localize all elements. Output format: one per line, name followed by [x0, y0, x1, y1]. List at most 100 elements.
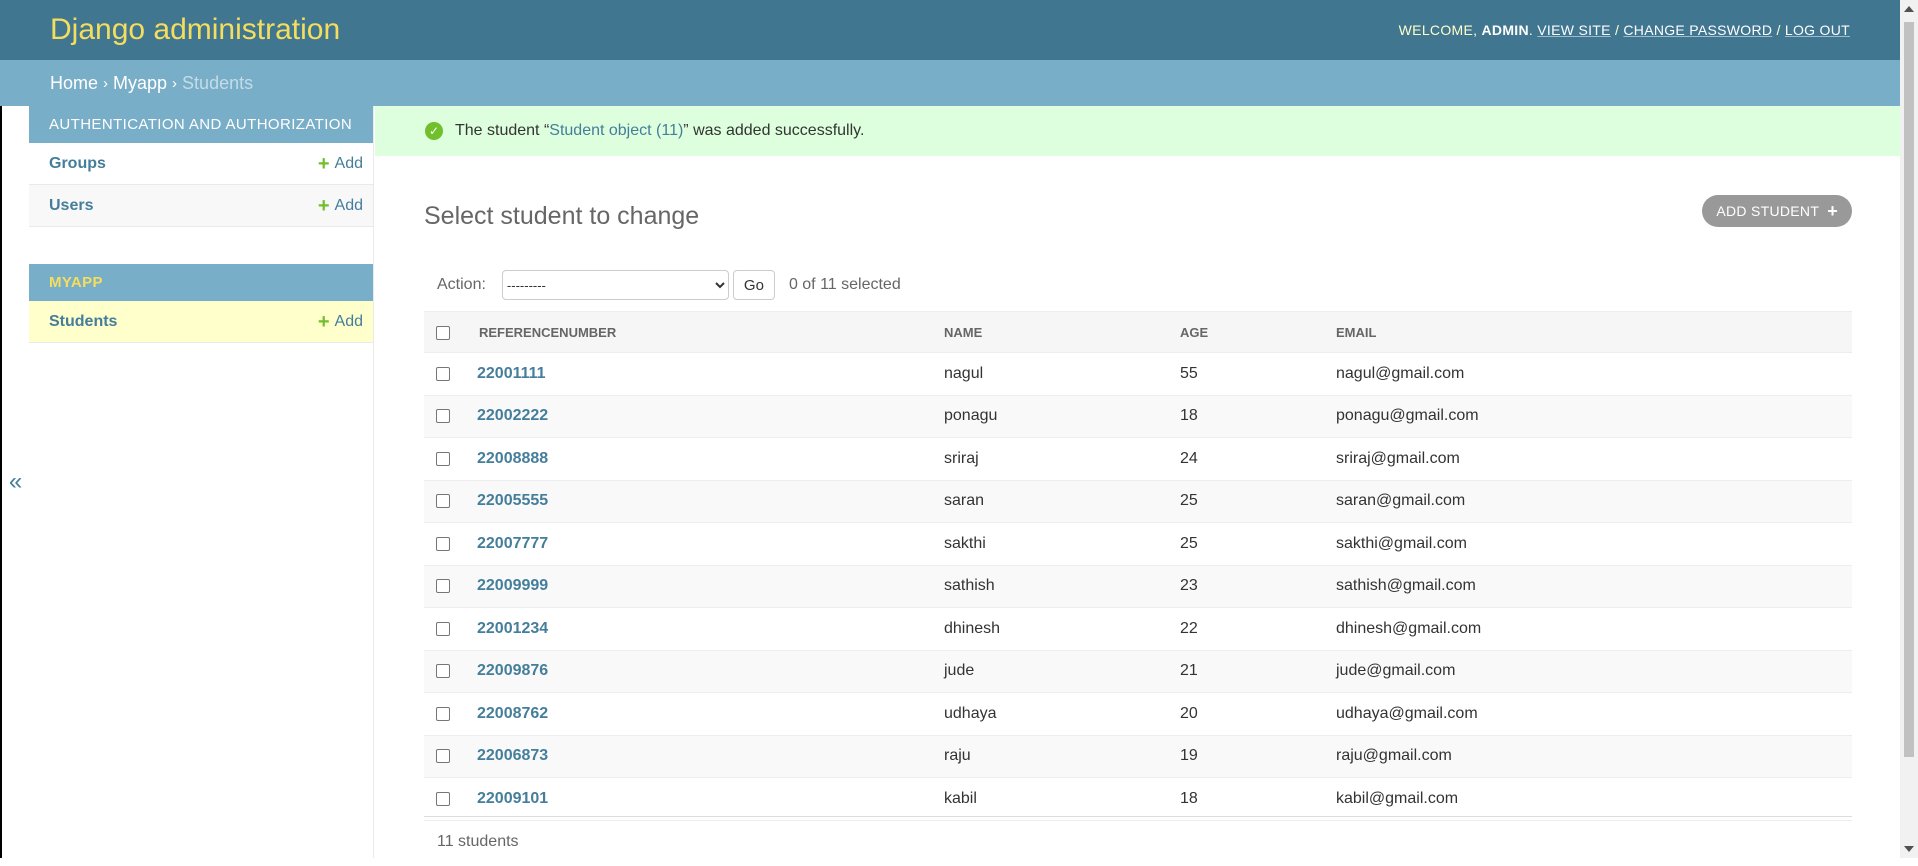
- table-row: 22008762 udhaya 20 udhaya@gmail.com: [424, 692, 1852, 736]
- cell-email: kabil@gmail.com: [1336, 777, 1852, 821]
- sidebar-item-groups-link[interactable]: Groups: [49, 155, 106, 173]
- row-select-cell: [424, 777, 466, 821]
- users-add-link[interactable]: + Add: [318, 196, 363, 216]
- toggle-nav-sidebar-button[interactable]: «: [2, 106, 29, 858]
- breadcrumb-current: Students: [182, 72, 254, 93]
- student-link[interactable]: 22001234: [477, 620, 548, 637]
- sidebar-item-users-link[interactable]: Users: [49, 197, 93, 215]
- cell-age: 25: [1180, 480, 1336, 523]
- go-button[interactable]: Go: [732, 270, 775, 300]
- action-label: Action:: [437, 276, 486, 293]
- cell-referencenumber: 22008762: [466, 692, 944, 736]
- sidebar-item-students-link[interactable]: Students: [49, 313, 117, 331]
- cell-referencenumber: 22001111: [466, 352, 944, 396]
- cell-age: 55: [1180, 352, 1336, 396]
- row-checkbox[interactable]: [436, 791, 450, 806]
- success-message: ✓ The student “Student object (11)” was …: [375, 106, 1900, 156]
- table-row: 22009876 jude 21 jude@gmail.com: [424, 650, 1852, 693]
- cell-name: raju: [944, 735, 1180, 778]
- cell-age: 20: [1180, 692, 1336, 736]
- column-header-email[interactable]: Email: [1336, 311, 1852, 353]
- module-caption-auth[interactable]: Authentication and Authorization: [29, 106, 373, 143]
- message-object-link[interactable]: Student object (11): [549, 122, 683, 140]
- add-label: Add: [334, 312, 363, 330]
- collapse-icon: «: [8, 468, 23, 495]
- student-link[interactable]: 22007777: [477, 535, 548, 552]
- cell-email: jude@gmail.com: [1336, 650, 1852, 693]
- row-select-cell: [424, 395, 466, 438]
- student-link[interactable]: 22009999: [477, 577, 548, 594]
- breadcrumb-home[interactable]: Home: [50, 73, 98, 94]
- row-select-cell: [424, 437, 466, 481]
- column-header-name[interactable]: Name: [944, 311, 1180, 353]
- student-link[interactable]: 22002222: [477, 407, 548, 424]
- welcome-text: Welcome,: [1398, 22, 1478, 38]
- row-select-cell: [424, 735, 466, 778]
- row-checkbox[interactable]: [436, 536, 450, 551]
- row-checkbox[interactable]: [436, 409, 450, 424]
- breadcrumb-separator: ›: [172, 74, 178, 92]
- add-student-label: Add student: [1716, 203, 1820, 219]
- column-header-referencenumber[interactable]: Referencenumber: [466, 311, 944, 353]
- sidebar-item-students: Students + Add: [29, 301, 373, 343]
- table-row: 22007777 sakthi 25 sakthi@gmail.com: [424, 522, 1852, 566]
- cell-name: kabil: [944, 777, 1180, 821]
- table-row: 22009999 sathish 23 sathish@gmail.com: [424, 565, 1852, 608]
- column-header-age[interactable]: Age: [1180, 311, 1336, 353]
- change-password-link[interactable]: Change password: [1623, 22, 1772, 38]
- row-select-cell: [424, 650, 466, 693]
- cell-referencenumber: 22009999: [466, 565, 944, 608]
- site-branding[interactable]: Django administration: [50, 13, 340, 47]
- cell-referencenumber: 22002222: [466, 395, 944, 438]
- cell-name: sriraj: [944, 437, 1180, 481]
- cell-referencenumber: 22009101: [466, 777, 944, 821]
- view-site-link[interactable]: View site: [1537, 22, 1611, 38]
- row-checkbox[interactable]: [436, 621, 450, 636]
- cell-email: dhinesh@gmail.com: [1336, 607, 1852, 651]
- username: admin: [1481, 22, 1529, 38]
- student-link[interactable]: 22008762: [477, 705, 548, 722]
- plus-icon: +: [317, 152, 330, 175]
- student-link[interactable]: 22009101: [477, 790, 548, 807]
- success-check-icon: ✓: [425, 122, 443, 140]
- cell-email: udhaya@gmail.com: [1336, 692, 1852, 736]
- scroll-up-arrow-icon[interactable]: [1904, 6, 1914, 12]
- row-checkbox[interactable]: [436, 366, 450, 381]
- row-checkbox[interactable]: [436, 494, 450, 509]
- row-checkbox[interactable]: [436, 706, 450, 721]
- row-checkbox[interactable]: [436, 749, 450, 764]
- scrollbar-thumb[interactable]: [1904, 22, 1914, 757]
- select-all-checkbox[interactable]: [436, 325, 450, 340]
- row-select-cell: [424, 607, 466, 651]
- log-out-link[interactable]: Log out: [1785, 22, 1850, 38]
- module-caption-myapp[interactable]: Myapp: [29, 264, 373, 301]
- student-link[interactable]: 22005555: [477, 492, 548, 509]
- row-select-cell: [424, 692, 466, 736]
- row-select-cell: [424, 522, 466, 566]
- cell-name: sakthi: [944, 522, 1180, 566]
- cell-email: saran@gmail.com: [1336, 480, 1852, 523]
- plus-icon: +: [1827, 200, 1838, 221]
- student-link[interactable]: 22008888: [477, 450, 548, 467]
- nav-sidebar: Authentication and Authorization Groups …: [29, 106, 374, 858]
- scrollbar[interactable]: [1900, 0, 1918, 858]
- row-checkbox[interactable]: [436, 451, 450, 466]
- row-checkbox[interactable]: [436, 664, 450, 679]
- add-student-button[interactable]: Add student +: [1702, 195, 1852, 227]
- table-row: 22005555 saran 25 saran@gmail.com: [424, 480, 1852, 523]
- cell-referencenumber: 22005555: [466, 480, 944, 523]
- groups-add-link[interactable]: + Add: [318, 154, 363, 174]
- student-link[interactable]: 22001111: [477, 365, 546, 382]
- cell-name: udhaya: [944, 692, 1180, 736]
- breadcrumb-separator: ›: [103, 74, 109, 92]
- action-select[interactable]: ---------: [501, 270, 729, 300]
- student-link[interactable]: 22009876: [477, 662, 548, 679]
- row-checkbox[interactable]: [436, 579, 450, 594]
- cell-age: 23: [1180, 565, 1336, 608]
- scroll-down-arrow-icon[interactable]: [1904, 846, 1914, 852]
- students-add-link[interactable]: + Add: [318, 312, 363, 332]
- breadcrumb-myapp[interactable]: Myapp: [113, 73, 167, 94]
- student-link[interactable]: 22006873: [477, 747, 548, 764]
- results-table: Referencenumber Name Age Email 22001111 n…: [424, 311, 1852, 821]
- plus-icon: +: [317, 310, 330, 333]
